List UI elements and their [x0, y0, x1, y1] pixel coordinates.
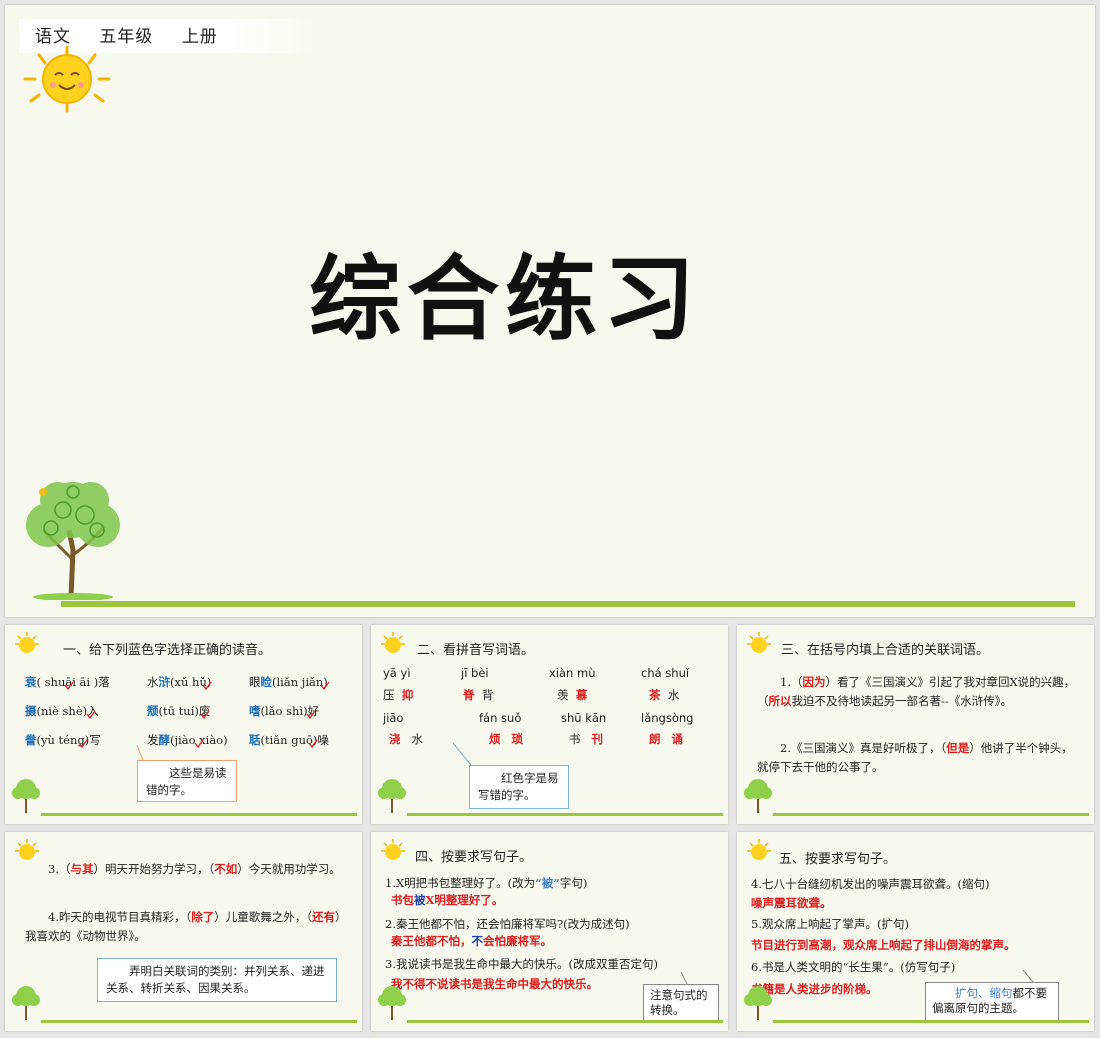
slide-sentences-1: 四、按要求写句子。 1.X明把书包整理好了。(改为“被”字句) 书包被X明整理好… — [371, 832, 728, 1031]
divider-line — [41, 1020, 357, 1023]
divider-line — [407, 813, 723, 816]
divider-line — [773, 1020, 1089, 1023]
note-box: 弄明白关联词的类别：并列关系、递进关系、转折关系、因果关系。 — [97, 958, 337, 1002]
tree-icon — [26, 482, 120, 600]
question-2: 2.《三国演义》真是好听极了，（但是）他讲了半个钟头，就停下去干他的公事了。 — [757, 741, 1073, 774]
tree-icon — [378, 779, 406, 813]
question-3: 3.（与其）明天开始努力学习，（不如）今天就用功学习。 — [48, 862, 341, 876]
question-4: 4.昨天的电视节目真精彩，（除了）儿童歌舞之外，（还有）我喜欢的《动物世界》。 — [25, 910, 347, 943]
sun-icon — [747, 632, 771, 653]
tree-icon — [12, 986, 40, 1020]
slide-conjunctions-2: 3.（与其）明天开始努力学习，（不如）今天就用功学习。 4.昨天的电视节目真精彩… — [5, 832, 362, 1031]
slide-conjunctions-1: 三、在括号内填上合适的关联词语。 1.（因为）看了《三国演义》引起了我对章回X说… — [737, 625, 1094, 824]
question-1: 1.（因为）看了《三国演义》引起了我对章回X说的兴趣，（所以我迫不及待地读起另一… — [757, 675, 1076, 708]
note-box: 红色字是易写错的字。 — [469, 765, 569, 809]
title-slide: 语文 五年级 上册 综合练习 — [5, 5, 1095, 617]
slide-sentences-2: 五、按要求写句子。 4.七八十台缝纫机发出的噪声震耳欲聋。(缩句) 噪声震耳欲聋… — [737, 832, 1094, 1031]
slide-pronunciation: 一、给下列蓝色字选择正确的读音。 衰( shuāi āi )落 水浒(xǔ hǔ… — [5, 625, 362, 824]
note-box: 注意句式的转换。 — [643, 984, 719, 1022]
note-box: 这些是易读错的字。 — [137, 760, 237, 802]
divider-line — [773, 813, 1089, 816]
sun-icon — [23, 45, 111, 113]
divider-line — [407, 1020, 723, 1023]
divider-line — [61, 601, 1075, 607]
slide-title: 三、在括号内填上合适的关联词语。 — [781, 643, 990, 658]
note-box: 扩句、缩句都不要偏离原句的主题。 — [925, 982, 1059, 1022]
main-title: 综合练习 — [308, 246, 701, 353]
divider-line — [41, 813, 357, 816]
slide-pinyin: 二、看拼音写词语。 yā yì jī bèi xiàn mù chá shuǐ … — [371, 625, 728, 824]
header-volume: 上册 — [181, 27, 218, 47]
tree-icon — [12, 779, 40, 813]
tree-icon — [744, 986, 772, 1020]
tree-icon — [378, 986, 406, 1020]
tree-icon — [744, 779, 772, 813]
